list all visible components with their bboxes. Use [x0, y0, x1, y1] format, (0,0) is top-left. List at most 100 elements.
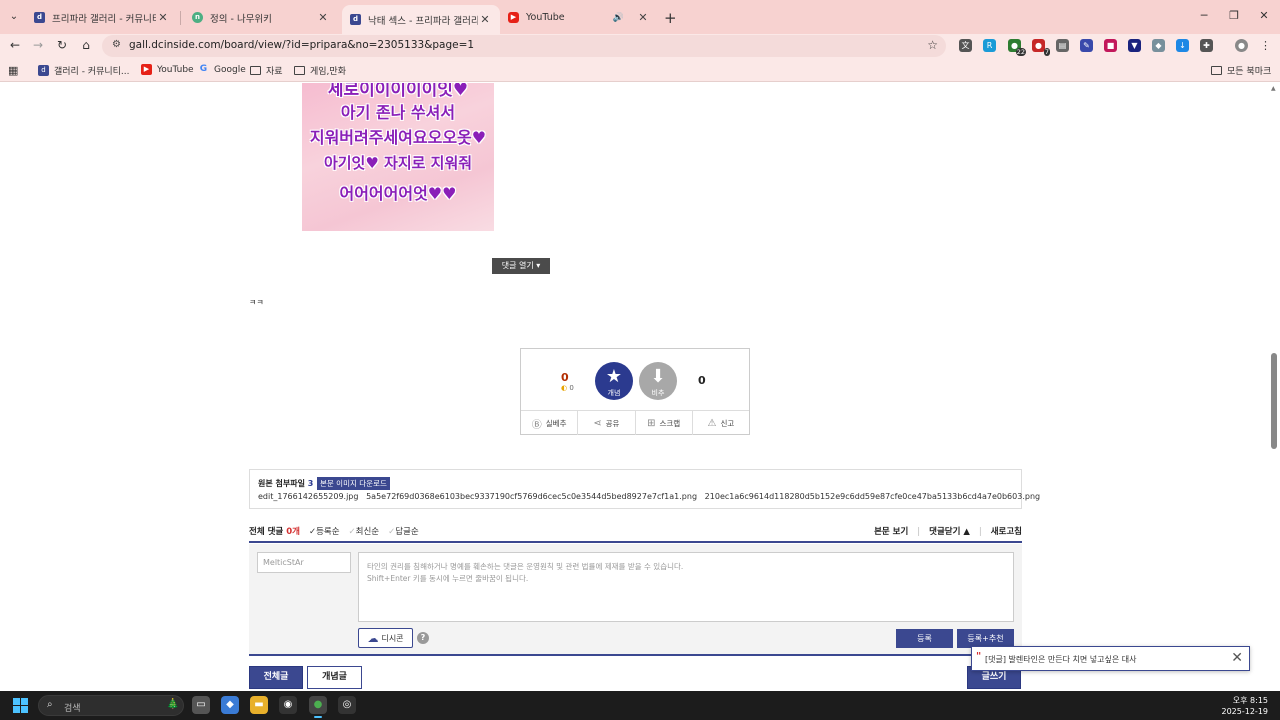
minimize-icon[interactable]: ─ — [1196, 9, 1212, 22]
page-scrollbar[interactable]: ▲ — [1270, 83, 1278, 691]
forward-icon[interactable]: → — [30, 38, 46, 52]
taskbar-search[interactable]: ⌕ 검색 🎄 — [38, 695, 184, 716]
close-tab-icon[interactable]: ✕ — [156, 11, 170, 24]
close-window-icon[interactable]: ✕ — [1256, 9, 1272, 22]
extension-stop-icon[interactable]: ■ — [1104, 39, 1117, 52]
close-tab-icon[interactable]: ✕ — [478, 13, 492, 26]
sort-registered[interactable]: ✓등록순 — [309, 527, 340, 537]
search-highlight-icon: 🎄 — [166, 699, 179, 710]
b-icon: Ⓑ — [531, 419, 542, 431]
search-icon: ⌕ — [47, 699, 53, 710]
scrollbar-thumb[interactable] — [1271, 353, 1277, 449]
back-icon[interactable]: ← — [7, 38, 23, 52]
sort-latest[interactable]: ✓최신순 — [349, 527, 380, 537]
close-comments-link[interactable]: 댓글닫기 ▲ — [929, 527, 970, 537]
chrome-icon[interactable]: ● — [309, 696, 327, 718]
steam-icon[interactable]: ◉ — [279, 696, 297, 714]
sort-replies[interactable]: ✓답글순 — [388, 527, 419, 537]
view-post-link[interactable]: 본문 보기 — [874, 527, 908, 537]
windows-taskbar: ⌕ 검색 🎄 ▭ ◆ ▬ ◉ ● ◎ 오후 8:15 2025-12-19 — [0, 691, 1280, 720]
nickname-field[interactable]: MelticStAr — [257, 552, 351, 573]
apps-grid-icon[interactable]: ▦ — [8, 64, 18, 77]
attachment-link[interactable]: 5a5e72f69d0368e6103bec9337190cf5769d6cec… — [366, 492, 697, 501]
check-icon: ✓ — [348, 527, 356, 537]
attachment-link[interactable]: 210ec1a6c9614d118280d5b152e9c6dd59e87cfe… — [705, 492, 1040, 501]
bookmark-all[interactable]: 모든 북마크 — [1211, 64, 1271, 77]
comment-notification-toast[interactable]: " [댓글] 발렌타인은 만든다 치면 넣고싶은 대사 ✕ — [971, 646, 1250, 671]
tab-pripara-gallery[interactable]: d 프리파라 갤러리 - 커뮤니티 포 ✕ — [26, 5, 178, 30]
extension-download-icon[interactable]: ↓ — [1176, 39, 1189, 52]
profile-avatar-icon[interactable]: ● — [1235, 39, 1248, 52]
app-icon[interactable]: ◎ — [338, 696, 356, 714]
menu-kebab-icon[interactable]: ⋮ — [1259, 39, 1272, 52]
folder-icon — [1211, 66, 1222, 75]
speaker-icon[interactable]: 🔊 — [613, 13, 624, 23]
comment-textarea[interactable]: 타인의 권리를 침해하거나 명예를 훼손하는 댓글은 운영원칙 및 관련 법률에… — [358, 552, 1014, 622]
namu-icon: n — [192, 12, 203, 23]
tab-youtube[interactable]: ▶ YouTube 🔊 ✕ — [500, 5, 658, 30]
comment-links: 본문 보기 | 댓글닫기 ▲ | 새로고침 — [868, 525, 1022, 537]
bookmark-google[interactable]: G Google — [198, 64, 246, 75]
refresh-comments-link[interactable]: 새로고침 — [991, 527, 1022, 537]
downvote-button[interactable]: ⬇ 비추 — [639, 362, 677, 400]
close-tab-icon[interactable]: ✕ — [636, 11, 650, 24]
home-icon[interactable]: ⌂ — [78, 38, 94, 52]
bookmark-folder-games[interactable]: 게임,만화 — [294, 64, 346, 77]
bookmarks-bar: ▦ d 갤러리 - 커뮤니티... ▶ YouTube G Google 자료 … — [0, 58, 1280, 82]
bookmark-star-icon[interactable]: ☆ — [927, 38, 938, 52]
site-info-icon[interactable]: ⚙ — [112, 39, 121, 50]
report-button[interactable]: ⚠ 신고 — [693, 411, 749, 435]
bookmark-dc-gallery[interactable]: d 갤러리 - 커뮤니티... — [38, 64, 130, 77]
extension-r-icon[interactable]: R — [983, 39, 996, 52]
extension-store-icon[interactable]: ▤ — [1056, 39, 1069, 52]
attachment-files: edit_1766142655209.jpg 5a5e72f69d0368e61… — [258, 492, 1040, 501]
restore-icon[interactable]: ❐ — [1226, 9, 1242, 22]
address-bar[interactable]: ⚙ gall.dcinside.com/board/view/?id=pripa… — [102, 35, 946, 57]
dc-icon: d — [38, 65, 49, 76]
taskbar-clock[interactable]: 오후 8:15 2025-12-19 — [1222, 695, 1269, 717]
bookmark-youtube[interactable]: ▶ YouTube — [141, 64, 194, 75]
best-recommend-button[interactable]: Ⓑ 실베추 — [521, 411, 579, 435]
extension-alert-icon[interactable]: ● 7 — [1032, 39, 1050, 56]
download-images-button[interactable]: 본문 이미지 다운로드 — [317, 477, 390, 490]
close-tab-icon[interactable]: ✕ — [316, 11, 330, 24]
file-explorer-icon[interactable]: ▬ — [250, 696, 268, 714]
new-tab-icon[interactable]: + — [664, 9, 677, 27]
share-button[interactable]: ⋖ 공유 — [578, 411, 636, 435]
close-icon[interactable]: ✕ — [1231, 650, 1243, 666]
dccon-button[interactable]: ☁ 디시콘 — [358, 628, 413, 648]
help-icon[interactable]: ? — [417, 632, 429, 644]
copilot-icon[interactable]: ◆ — [221, 696, 239, 714]
extension-translate-icon[interactable]: 文 — [959, 39, 972, 52]
comment-title: 전체 댓글 0개 ✓등록순 ✓최신순 ✓답글순 — [249, 527, 419, 537]
youtube-icon: ▶ — [508, 12, 519, 23]
windows-start-icon[interactable] — [13, 698, 28, 713]
url-text[interactable]: gall.dcinside.com/board/view/?id=pripara… — [129, 39, 474, 51]
post-image[interactable]: 세로이이이이이잇♥ 아기 존나 쑤셔서 지워버려주세여요오오옷♥ 아기잇♥ 자지… — [302, 83, 494, 231]
bookmark-folder-data[interactable]: 자료 — [250, 64, 283, 77]
divider: | — [917, 527, 921, 537]
tab-current-post[interactable]: d 낙태 섹스 - 프리파라 갤러리 ✕ — [342, 5, 500, 34]
scroll-up-icon[interactable]: ▲ — [1271, 85, 1276, 92]
check-icon: ✓ — [308, 527, 317, 537]
youtube-icon: ▶ — [141, 64, 152, 75]
upvote-count: 0 — [561, 371, 569, 384]
extension-counter-icon[interactable]: ● 22 — [1008, 39, 1026, 56]
extension-arrow-icon[interactable]: ▼ — [1128, 39, 1141, 52]
upvote-button[interactable]: ★ 개념 — [595, 362, 633, 400]
all-posts-button[interactable]: 전체글 — [249, 666, 303, 689]
extension-pen-icon[interactable]: ✎ — [1080, 39, 1093, 52]
concept-posts-button[interactable]: 개념글 — [307, 666, 362, 689]
reload-icon[interactable]: ↻ — [54, 38, 70, 52]
task-view-icon[interactable]: ▭ — [192, 696, 210, 714]
extension-shield-icon[interactable]: ◆ — [1152, 39, 1165, 52]
folder-icon — [250, 66, 261, 75]
dc-icon: d — [350, 14, 361, 25]
open-comments-button[interactable]: 댓글 열기 ▾ — [492, 258, 550, 274]
attachment-link[interactable]: edit_1766142655209.jpg — [258, 492, 358, 501]
scrap-button[interactable]: ⊞ 스크랩 — [636, 411, 693, 435]
extensions-puzzle-icon[interactable]: ✚ — [1200, 39, 1213, 52]
tab-namuwiki[interactable]: n 정의 - 나무위키 ✕ — [184, 5, 338, 30]
submit-comment-button[interactable]: 등록 — [896, 629, 953, 648]
tab-search-dropdown-icon[interactable]: ⌄ — [6, 9, 22, 25]
